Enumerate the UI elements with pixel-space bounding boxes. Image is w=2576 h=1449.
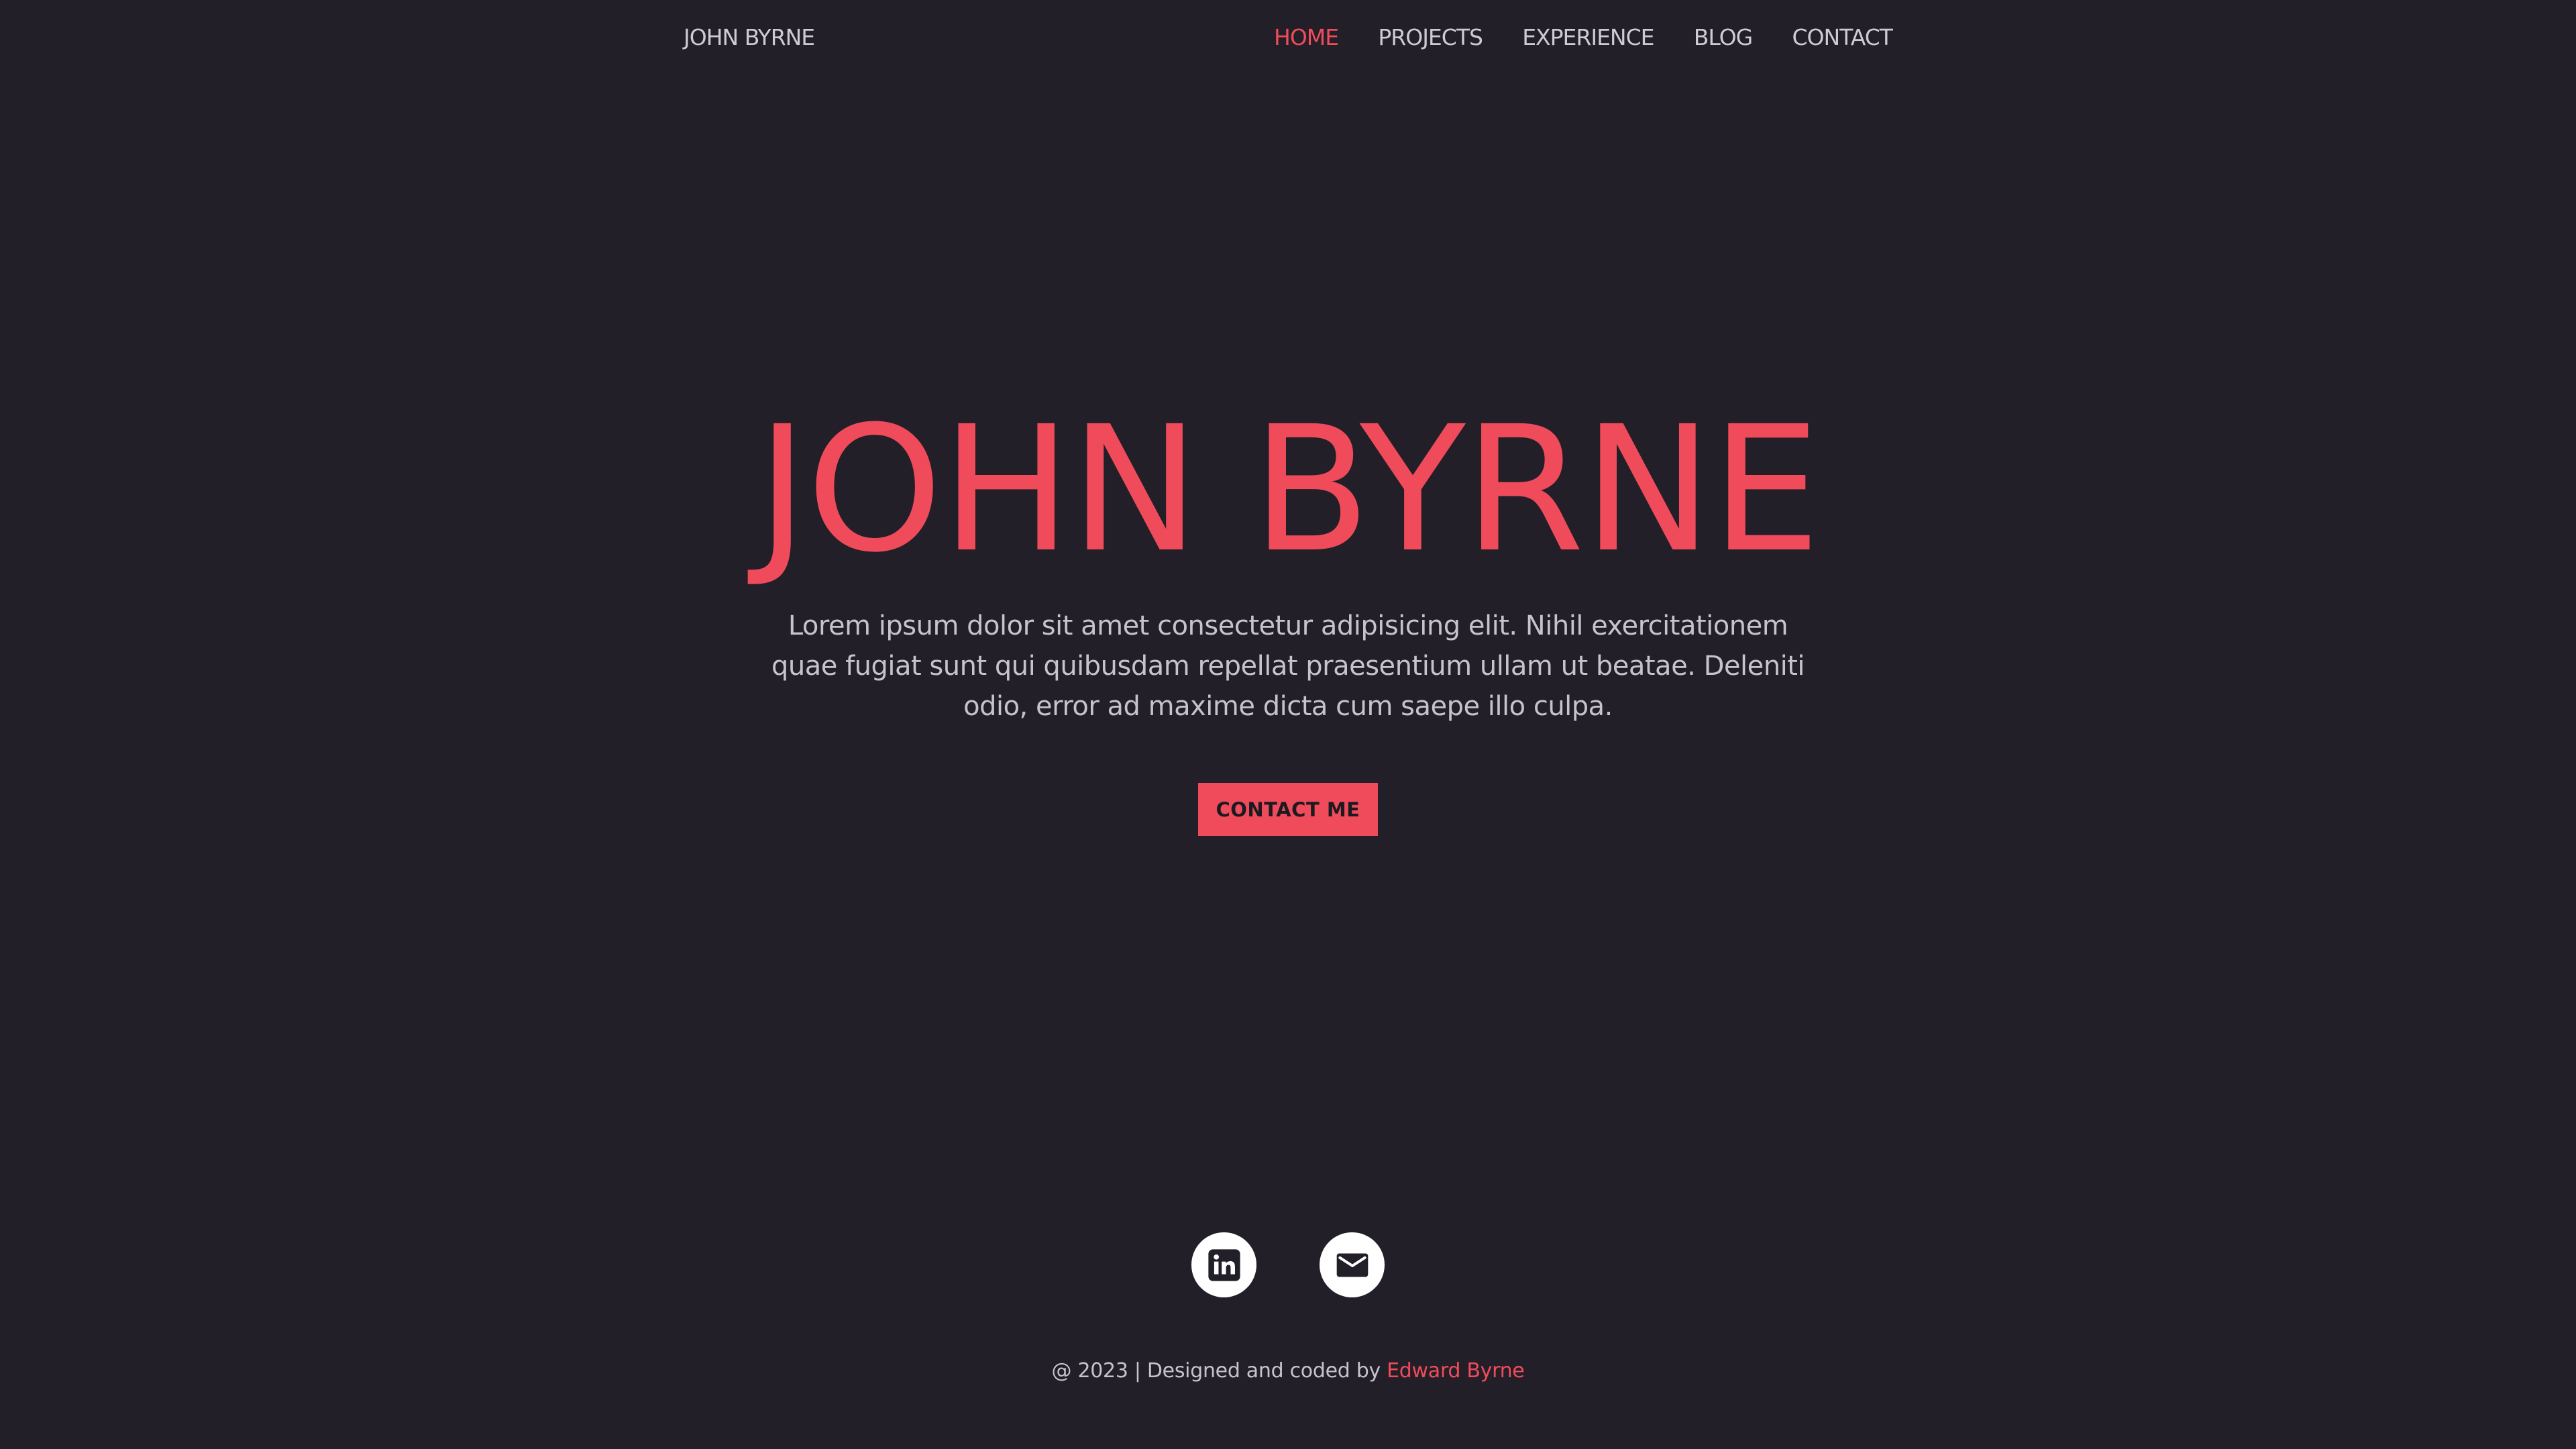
linkedin-icon	[1208, 1248, 1240, 1281]
nav-link-home[interactable]: HOME	[1274, 24, 1339, 51]
footer-text: @ 2023 | Designed and coded by	[1051, 1359, 1387, 1383]
hero-title: JOHN BYRNE	[757, 389, 1821, 590]
linkedin-link[interactable]	[1191, 1232, 1256, 1297]
nav-link-contact[interactable]: CONTACT	[1792, 24, 1892, 51]
nav-link-experience[interactable]: EXPERIENCE	[1522, 24, 1654, 51]
nav-item-experience: EXPERIENCE	[1522, 24, 1654, 51]
site-header: JOHN BYRNE HOME PROJECTS EXPERIENCE BLOG…	[0, 0, 2576, 75]
site-footer: @ 2023 | Designed and coded by Edward By…	[0, 1358, 2576, 1385]
email-icon	[1336, 1253, 1368, 1277]
main-nav: HOME PROJECTS EXPERIENCE BLOG CONTACT	[1274, 24, 1893, 51]
brand-logo-link[interactable]: JOHN BYRNE	[684, 24, 815, 51]
nav-link-blog[interactable]: BLOG	[1694, 24, 1753, 51]
social-links	[1191, 1232, 1385, 1297]
email-link[interactable]	[1320, 1232, 1385, 1297]
nav-item-contact: CONTACT	[1792, 24, 1892, 51]
footer-author-link[interactable]: Edward Byrne	[1387, 1359, 1525, 1383]
nav-item-home: HOME	[1274, 24, 1339, 51]
nav-item-blog: BLOG	[1694, 24, 1753, 51]
nav-link-projects[interactable]: PROJECTS	[1378, 24, 1483, 51]
contact-me-button[interactable]: CONTACT ME	[1198, 783, 1378, 836]
hero-description: Lorem ipsum dolor sit amet consectetur a…	[771, 610, 1805, 722]
nav-item-projects: PROJECTS	[1378, 24, 1483, 51]
